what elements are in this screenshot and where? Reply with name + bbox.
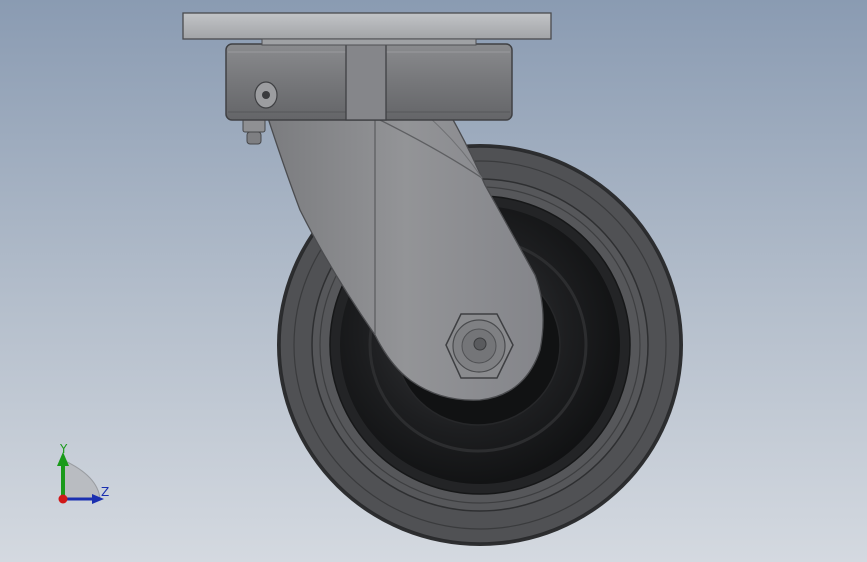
y-axis-label: Y [60,442,68,456]
swivel-ring-clamp [345,43,387,121]
mounting-plate-body [182,12,552,40]
grease-fitting[interactable] [242,117,266,145]
z-axis-label: Z [101,485,110,499]
orientation-triad: Y Z [40,438,130,518]
grease-fitting-tip [246,131,262,145]
axle-bolt-tip [473,337,487,351]
set-screw-socket [262,91,270,99]
mounting-plate-neck [261,38,477,46]
graphics-viewport[interactable]: Y Z [0,0,867,562]
caster-wheel-model[interactable] [0,0,867,562]
mounting-plate[interactable] [182,12,552,46]
swivel-ring[interactable] [225,43,513,121]
x-axis-origin-icon [58,494,68,504]
